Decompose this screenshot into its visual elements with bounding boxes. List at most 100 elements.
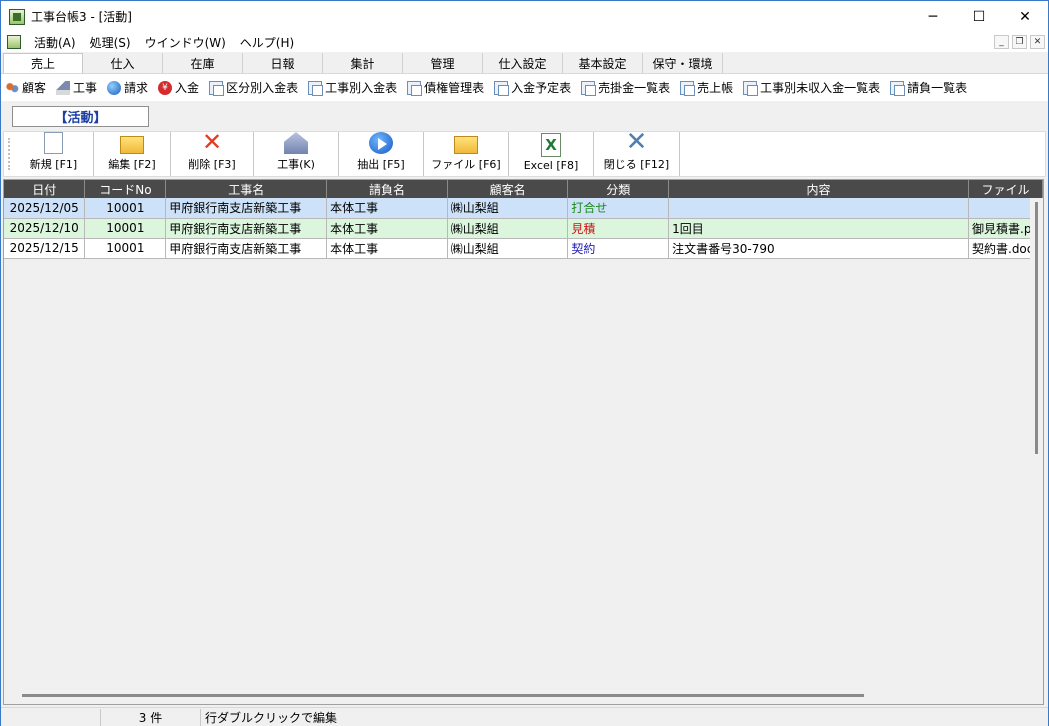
table-row[interactable]: 2025/12/10 10001 甲府銀行南支店新築工事 本体工事 ㈱山梨組 見…	[4, 218, 1043, 239]
edit-button[interactable]: 編集 [F2]	[94, 132, 171, 176]
cell-category: 打合せ	[567, 198, 670, 219]
document-icon	[494, 80, 510, 96]
cell-project: 甲府銀行南支店新築工事	[165, 218, 328, 239]
close-button[interactable]: ✕	[1002, 1, 1048, 32]
new-button-label: 新規 [F1]	[29, 158, 78, 171]
column-header-content[interactable]: 内容	[668, 180, 969, 198]
subtool-label: 入金予定表	[511, 81, 572, 95]
cell-project: 甲府銀行南支店新築工事	[165, 198, 328, 219]
extract-button-label: 抽出 [F5]	[357, 158, 405, 171]
file-button[interactable]: ファイル [F6]	[424, 132, 509, 176]
status-cell-empty	[1, 708, 101, 726]
subtool-label: 顧客	[22, 81, 47, 95]
subtool-label: 売上帳	[697, 81, 734, 95]
column-header-file[interactable]: ファイル	[968, 180, 1043, 198]
subtool-label: 売掛金一覧表	[598, 81, 671, 95]
column-header-date[interactable]: 日付	[4, 180, 86, 198]
subtool-accounts-receivable[interactable]: 売掛金一覧表	[581, 79, 670, 96]
vertical-scrollbar[interactable]	[1030, 198, 1043, 704]
menu-help[interactable]: ヘルプ(H)	[233, 34, 301, 51]
menu-process[interactable]: 処理(S)	[83, 34, 138, 51]
tab-purchase-settings[interactable]: 仕入設定	[483, 53, 563, 73]
extract-button[interactable]: 抽出 [F5]	[339, 132, 424, 176]
excel-button[interactable]: X Excel [F8]	[509, 132, 594, 176]
subtool-project[interactable]: 工事	[56, 79, 97, 96]
column-header-code[interactable]: コードNo	[84, 180, 167, 198]
subtool-label: 工事別入金表	[325, 81, 398, 95]
window-title: 工事台帳3 - [活動]	[31, 10, 132, 24]
subtool-contracts-list[interactable]: 請負一覧表	[890, 79, 967, 96]
globe-icon	[107, 80, 122, 95]
cell-content: 注文書番号30-790	[668, 238, 969, 259]
tab-daily-report[interactable]: 日報	[243, 53, 323, 73]
tab-inventory[interactable]: 在庫	[163, 53, 243, 73]
subtool-uncollected-by-project[interactable]: 工事別未収入金一覧表	[743, 79, 880, 96]
activity-grid[interactable]: 日付 コードNo 工事名 請負名 顧客名 分類 内容 ファイル 2025/12/…	[3, 179, 1044, 705]
app-icon	[9, 8, 25, 25]
tab-maintenance[interactable]: 保守・環境	[643, 53, 723, 73]
column-header-customer[interactable]: 顧客名	[447, 180, 569, 198]
yen-icon: ¥	[158, 80, 173, 95]
mdi-restore-button[interactable]: ❐	[1012, 35, 1027, 49]
status-hint: 行ダブルクリックで編集	[205, 710, 338, 725]
tab-summary[interactable]: 集計	[323, 53, 403, 73]
mdi-close-button[interactable]: ✕	[1030, 35, 1045, 49]
close-window-button[interactable]: ✕ 閉じる [F12]	[594, 129, 680, 176]
horizontal-scroll-thumb[interactable]	[22, 694, 864, 697]
column-header-category[interactable]: 分類	[567, 180, 670, 198]
document-icon	[890, 80, 906, 96]
project-button[interactable]: 工事(K)	[254, 132, 339, 176]
status-bar: 3 件 行ダブルクリックで編集	[1, 707, 1048, 726]
table-row[interactable]: 2025/12/15 10001 甲府銀行南支店新築工事 本体工事 ㈱山梨組 契…	[4, 238, 1043, 259]
cell-code: 10001	[84, 238, 167, 259]
subtool-payment[interactable]: ¥ 入金	[158, 79, 199, 96]
edit-button-label: 編集 [F2]	[108, 158, 156, 171]
vertical-scroll-thumb[interactable]	[1035, 202, 1038, 454]
document-icon	[308, 80, 324, 96]
cell-contract: 本体工事	[326, 238, 448, 259]
cell-customer: ㈱山梨組	[447, 238, 569, 259]
cell-date: 2025/12/15	[4, 238, 86, 259]
cell-customer: ㈱山梨組	[447, 218, 569, 239]
mdi-child-icon[interactable]	[7, 35, 21, 49]
subtool-label: 債権管理表	[424, 81, 485, 95]
new-button[interactable]: 新規 [F1]	[14, 132, 94, 176]
cell-code: 10001	[84, 198, 167, 219]
subtool-receivables[interactable]: 債権管理表	[407, 79, 484, 96]
cell-project: 甲府銀行南支店新築工事	[165, 238, 328, 259]
main-toolbar: 新規 [F1] 編集 [F2] ✕ 削除 [F3] 工事(K) 抽出 [F5] …	[3, 128, 1046, 177]
sales-subtoolbar: 顧客 工事 請求 ¥ 入金 区分別入金表 工事別入金表 債権管理表 入金予定表 売…	[1, 73, 1048, 101]
cell-code: 10001	[84, 218, 167, 239]
activity-table: 日付 コードNo 工事名 請負名 顧客名 分類 内容 ファイル 2025/12/…	[4, 180, 1043, 259]
project-button-label: 工事(K)	[277, 158, 315, 171]
subtool-customer[interactable]: 顧客	[5, 79, 46, 96]
menu-bar: 活動(A) 処理(S) ウインドウ(W) ヘルプ(H)	[1, 32, 1048, 52]
mdi-minimize-button[interactable]: _	[994, 35, 1009, 49]
tab-management[interactable]: 管理	[403, 53, 483, 73]
page-title: 【活動】	[12, 106, 149, 127]
subtool-billing[interactable]: 請求	[107, 79, 148, 96]
table-row[interactable]: 2025/12/05 10001 甲府銀行南支店新築工事 本体工事 ㈱山梨組 打…	[4, 198, 1043, 219]
minimize-button[interactable]: ─	[910, 1, 956, 32]
excel-icon: X	[541, 133, 561, 157]
tab-purchase[interactable]: 仕入	[83, 53, 163, 73]
subtool-label: 請求	[124, 81, 149, 95]
delete-button[interactable]: ✕ 削除 [F3]	[171, 128, 254, 176]
delete-x-icon: ✕	[201, 128, 223, 156]
subtool-payment-by-project[interactable]: 工事別入金表	[308, 79, 397, 96]
subtool-sales-ledger[interactable]: 売上帳	[680, 79, 733, 96]
tab-basic-settings[interactable]: 基本設定	[563, 53, 643, 73]
subtool-label: 区分別入金表	[226, 81, 299, 95]
cell-contract: 本体工事	[326, 198, 448, 219]
column-header-project[interactable]: 工事名	[165, 180, 328, 198]
record-count: 3 件	[101, 708, 201, 726]
menu-window[interactable]: ウインドウ(W)	[138, 34, 233, 51]
menu-activity[interactable]: 活動(A)	[27, 34, 83, 51]
maximize-button[interactable]: ☐	[956, 1, 1002, 32]
column-header-contract[interactable]: 請負名	[326, 180, 448, 198]
subtool-payment-schedule[interactable]: 入金予定表	[494, 79, 571, 96]
subtool-payment-by-category[interactable]: 区分別入金表	[209, 79, 298, 96]
close-button-label: 閉じる [F12]	[603, 158, 670, 171]
tab-sales[interactable]: 売上	[3, 53, 83, 73]
cell-date: 2025/12/10	[4, 218, 86, 239]
